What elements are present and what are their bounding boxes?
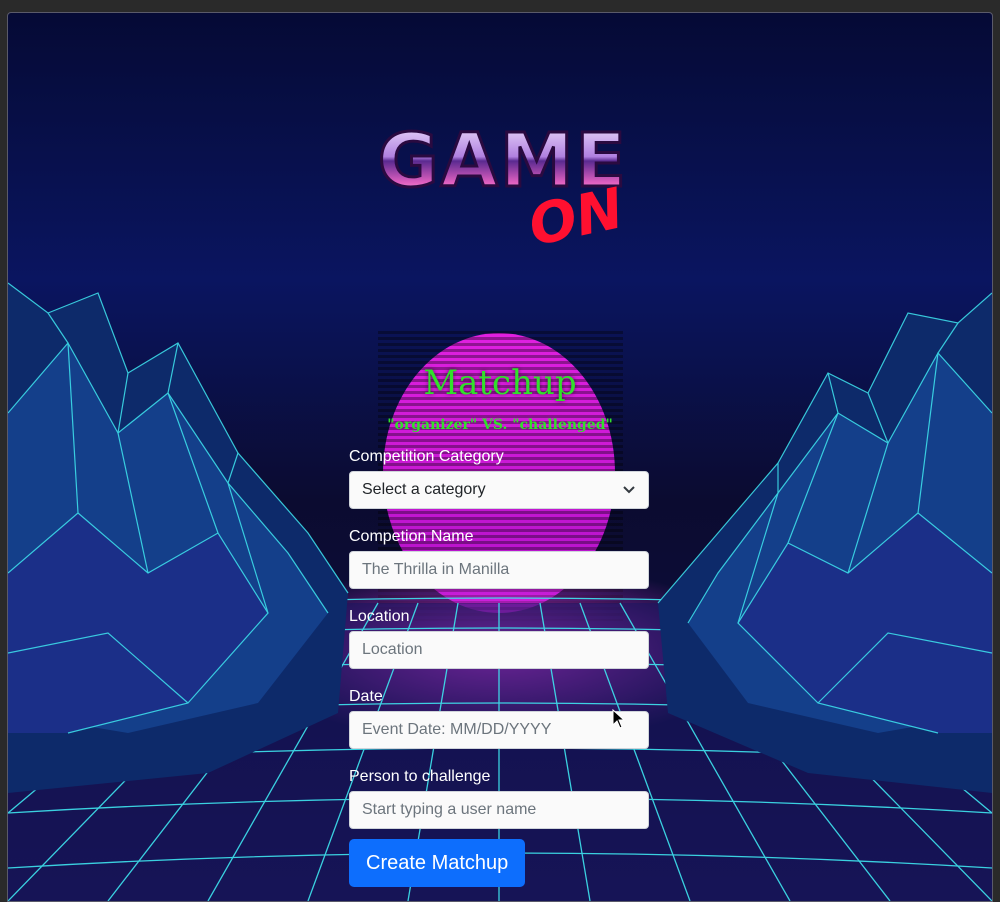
page-subtitle: "organizer" VS. "challenged": [387, 417, 613, 433]
date-label: Date: [349, 688, 383, 705]
location-input[interactable]: [349, 631, 649, 669]
name-label: Competion Name: [349, 528, 474, 545]
game-on-logo: GAME ON: [376, 117, 629, 259]
location-label: Location: [349, 608, 410, 625]
date-input[interactable]: [349, 711, 649, 749]
category-label: Competition Category: [349, 448, 504, 465]
category-select[interactable]: Select a category: [349, 471, 649, 509]
matchup-form: Competition Category Select a category C…: [349, 447, 649, 887]
category-select-value: Select a category: [362, 481, 486, 498]
competition-name-input[interactable]: [349, 551, 649, 589]
left-mountains: [8, 282, 349, 793]
page-title: Matchup: [423, 363, 577, 403]
create-matchup-button[interactable]: Create Matchup: [349, 839, 526, 887]
challenge-user-input[interactable]: [349, 791, 649, 829]
challenge-label: Person to challenge: [349, 768, 491, 785]
browser-viewport: GAME ON Matchup "organizer" VS. "challen…: [7, 12, 993, 902]
mouse-cursor-icon: [612, 709, 626, 729]
chevron-down-icon: [623, 486, 635, 494]
